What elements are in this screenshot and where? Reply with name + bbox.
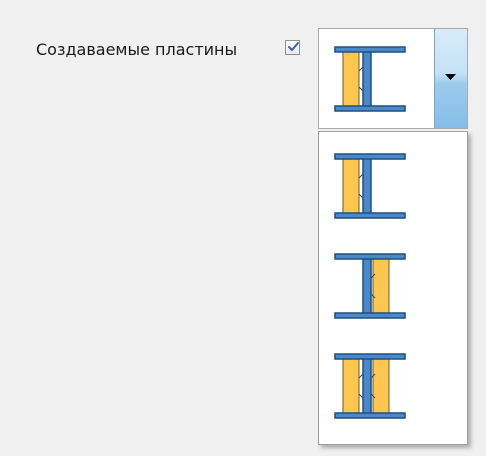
option-plates-left[interactable] [319, 136, 467, 232]
plates-combobox[interactable] [318, 28, 468, 129]
combo-selected-value[interactable] [319, 29, 433, 128]
plates-left-icon [334, 46, 406, 112]
plates-dropdown-list[interactable] [318, 131, 468, 445]
chevron-down-icon [445, 74, 456, 80]
combo-dropdown-button[interactable] [434, 29, 467, 128]
plates-left-icon [334, 153, 406, 219]
option-plates-right[interactable] [319, 236, 467, 332]
created-plates-label: Создаваемые пластины [36, 40, 238, 59]
plates-right-icon [334, 253, 406, 319]
plates-both-icon [334, 353, 406, 419]
option-plates-both[interactable] [319, 336, 467, 432]
checkmark-icon [288, 42, 299, 51]
created-plates-checkbox[interactable] [285, 40, 300, 55]
